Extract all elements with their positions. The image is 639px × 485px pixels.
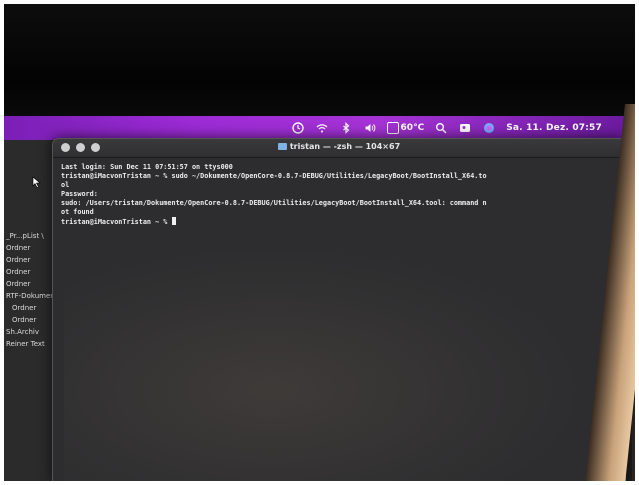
temperature-indicator[interactable]: 60°C bbox=[386, 122, 425, 134]
finder-item[interactable]: Ordner bbox=[6, 256, 30, 264]
terminal-prompt-line[interactable]: tristan@iMacvonTristan ~ % bbox=[61, 217, 617, 227]
mouse-pointer-icon bbox=[32, 176, 42, 190]
terminal-line: Password: bbox=[61, 190, 98, 198]
finder-item[interactable]: _Pr...pList \ bbox=[6, 232, 44, 240]
terminal-title: tristan — -zsh — 104×67 bbox=[53, 142, 625, 151]
finder-item[interactable]: RTF-Dokument bbox=[6, 292, 57, 300]
terminal-output[interactable]: Last login: Sun Dec 11 07:51:57 on ttys0… bbox=[53, 158, 625, 232]
siri-icon[interactable] bbox=[482, 121, 496, 135]
terminal-line: tristan@iMacvonTristan ~ % sudo ~/Dokume… bbox=[61, 172, 487, 180]
clock-icon[interactable] bbox=[291, 121, 305, 135]
terminal-cursor bbox=[171, 217, 176, 225]
photo-frame: 60°C Sa. 11. Dez. 07:57 _Pr...pList \ Or… bbox=[4, 4, 635, 481]
monitor-bezel bbox=[4, 4, 635, 116]
finder-item[interactable]: Ordner bbox=[12, 304, 36, 312]
temperature-icon bbox=[386, 122, 399, 134]
terminal-line: Last login: Sun Dec 11 07:51:57 on ttys0… bbox=[61, 163, 233, 171]
finder-item[interactable]: Ordner bbox=[6, 244, 30, 252]
finder-item[interactable]: Sh.Archiv bbox=[6, 328, 39, 336]
terminal-title-text: tristan — -zsh — 104×67 bbox=[289, 142, 401, 151]
volume-icon[interactable] bbox=[363, 121, 377, 135]
wifi-icon[interactable] bbox=[315, 121, 329, 135]
folder-icon bbox=[277, 143, 287, 150]
terminal-window[interactable]: tristan — -zsh — 104×67 Last login: Sun … bbox=[52, 138, 626, 481]
terminal-line: ot found bbox=[61, 208, 94, 216]
finder-item[interactable]: Ordner bbox=[6, 268, 30, 276]
screen: 60°C Sa. 11. Dez. 07:57 _Pr...pList \ Or… bbox=[4, 116, 632, 481]
bluetooth-icon[interactable] bbox=[339, 121, 353, 135]
search-icon[interactable] bbox=[434, 121, 448, 135]
terminal-line: sudo: /Users/tristan/Dokumente/OpenCore-… bbox=[61, 199, 487, 207]
user-icon[interactable] bbox=[458, 121, 472, 135]
menu-bar-clock[interactable]: Sa. 11. Dez. 07:57 bbox=[506, 123, 602, 133]
finder-item[interactable]: Ordner bbox=[12, 316, 36, 324]
terminal-titlebar[interactable]: tristan — -zsh — 104×67 bbox=[53, 139, 625, 158]
menu-bar: 60°C Sa. 11. Dez. 07:57 bbox=[4, 116, 632, 140]
finder-item[interactable]: Reiner Text bbox=[6, 340, 45, 348]
temperature-value: 60°C bbox=[400, 123, 425, 133]
terminal-prompt: tristan@iMacvonTristan ~ % bbox=[61, 218, 172, 226]
finder-item[interactable]: Ordner bbox=[6, 280, 30, 288]
terminal-line: ol bbox=[61, 181, 70, 189]
